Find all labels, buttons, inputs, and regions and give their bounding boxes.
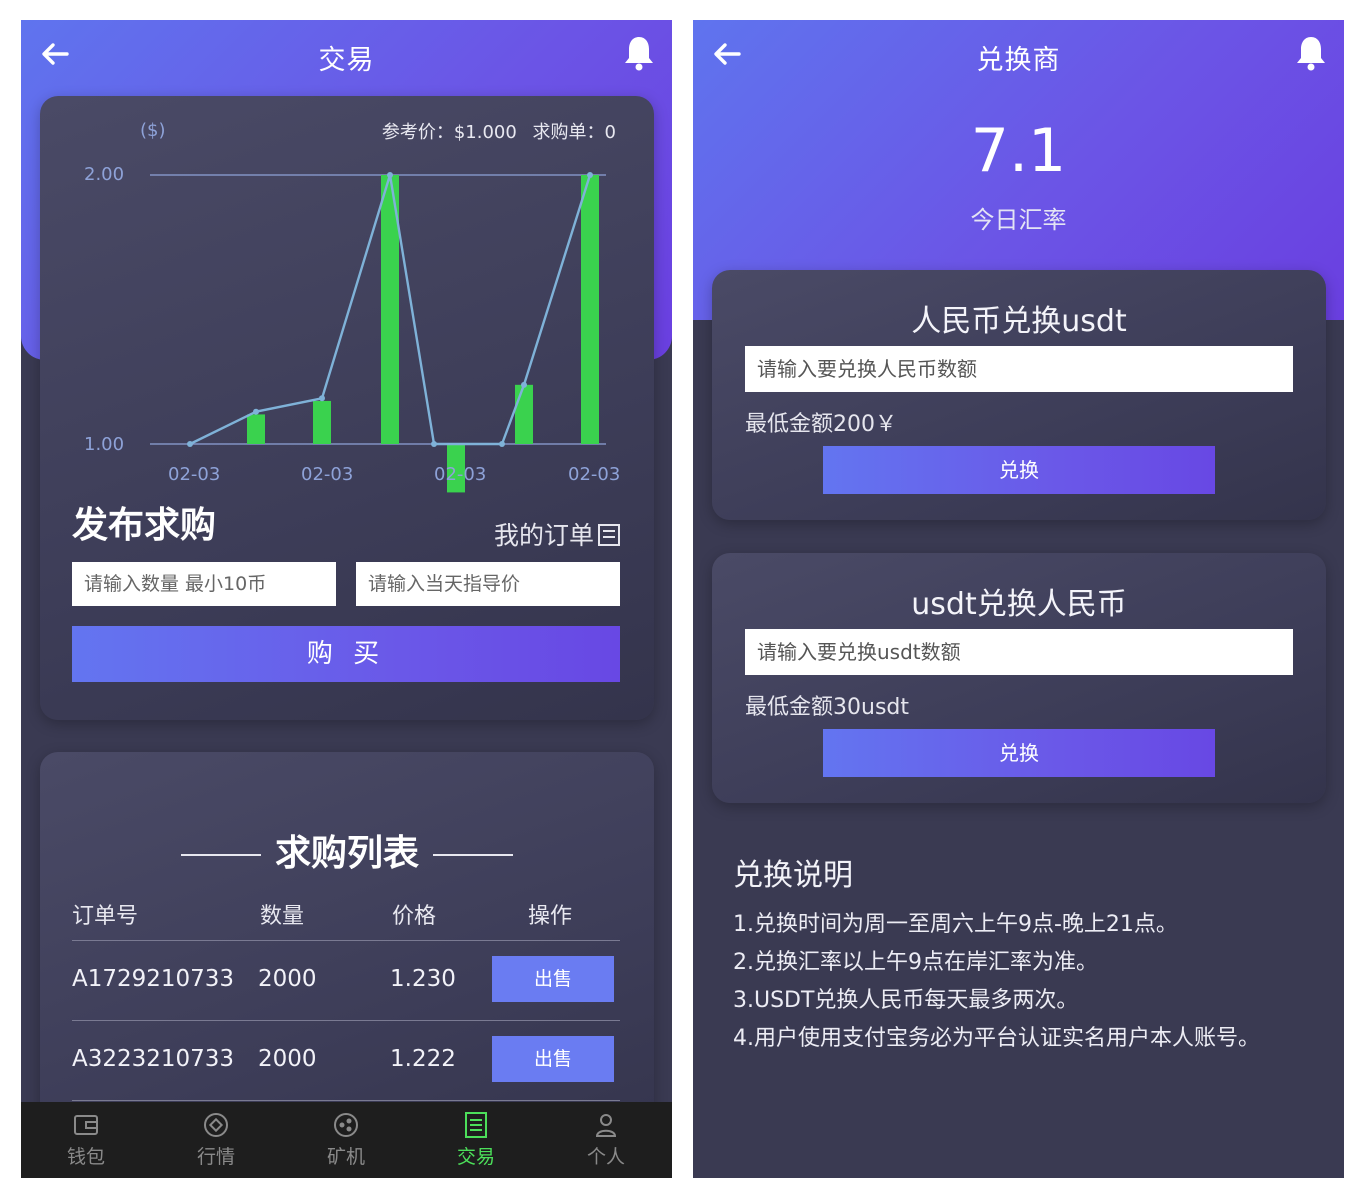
exchange-rate-label: 今日汇率 — [970, 206, 1067, 234]
title-divider-left — [180, 854, 261, 856]
top-bar: 兑换商 — [693, 20, 1344, 88]
table-row: A1729210733 2000 1.230 出售 — [72, 940, 620, 1020]
usdt-to-cny-title: usdt兑换人民币 — [911, 587, 1127, 622]
x-tick-label: 02-03 — [568, 464, 620, 485]
line-point — [587, 172, 593, 178]
order-price: 1.222 — [390, 1046, 456, 1072]
tab-profile[interactable]: 个人 — [561, 1110, 651, 1169]
bell-icon[interactable] — [1294, 34, 1328, 72]
cny-to-usdt-title: 人民币兑换usdt — [911, 304, 1127, 339]
usdt-exchange-button[interactable]: 兑换 — [823, 729, 1215, 777]
line-point — [253, 408, 259, 415]
top-bar: 交易 — [21, 20, 672, 88]
quantity-input[interactable] — [72, 562, 336, 606]
column-header: 数量 — [260, 904, 305, 929]
tab-label[interactable]: 个人 — [587, 1146, 625, 1168]
order-list-heading: 求购列表 — [40, 824, 654, 876]
tab-label[interactable]: 行情 — [197, 1146, 235, 1168]
order-number: A3223210733 — [72, 1046, 235, 1072]
x-tick-label: 02-03 — [434, 464, 486, 485]
cny-to-usdt-card: 人民币兑换usdt 最低金额200￥ 兑换 — [712, 270, 1326, 520]
publish-title: 发布求购 — [72, 505, 217, 546]
buy-button[interactable]: 购 买 — [72, 626, 620, 682]
order-price: 1.230 — [390, 966, 456, 992]
line-point — [499, 441, 505, 447]
usdt-to-cny-card: usdt兑换人民币 最低金额30usdt 兑换 — [712, 553, 1326, 803]
tab-label[interactable]: 钱包 — [67, 1146, 105, 1168]
exchange-notes: 1.兑换时间为周一至周六上午9点-晚上21点。 2.兑换汇率以上午9点在岸汇率为… — [733, 906, 1313, 1058]
title-divider-right — [433, 854, 513, 856]
x-tick-label: 02-03 — [168, 464, 220, 485]
wallet-icon[interactable] — [71, 1110, 101, 1140]
chart-bar — [247, 414, 265, 444]
chart-bar — [515, 384, 533, 444]
page-title: 兑换商 — [976, 45, 1061, 76]
tab-market[interactable]: 行情 — [171, 1110, 261, 1169]
column-header: 操作 — [528, 904, 573, 929]
note-item: 3.USDT兑换人民币每天最多两次。 — [733, 988, 1079, 1013]
y-tick-label: 1.00 — [84, 434, 124, 455]
tab-trade[interactable]: 交易 — [431, 1110, 521, 1169]
exchange-notes-title: 兑换说明 — [733, 858, 853, 893]
guide-price-input[interactable] — [356, 562, 620, 606]
column-header: 价格 — [392, 904, 437, 929]
line-point — [387, 172, 393, 178]
usdt-min-amount: 最低金额30usdt — [745, 695, 909, 720]
chart-bar — [313, 400, 331, 444]
line-point — [431, 441, 437, 447]
order-quantity: 2000 — [258, 1046, 317, 1072]
price-chart: 2.00 1.00 02-03 02-03 02-03 02-03 — [84, 164, 620, 493]
tab-wallet[interactable]: 钱包 — [41, 1110, 131, 1169]
page-title: 交易 — [318, 45, 375, 76]
chart-card: ($) 参考价：$1.000 求购单：0 2.00 1.00 02-03 02-… — [40, 96, 654, 720]
order-quantity: 2000 — [258, 966, 317, 992]
my-orders-link[interactable]: 我的订单 — [494, 516, 620, 552]
exchange-rate-value: 7.1 — [970, 116, 1067, 186]
line-point — [521, 381, 527, 388]
y-tick-label: 2.00 — [84, 164, 124, 185]
user-icon[interactable] — [591, 1110, 621, 1140]
order-number: A1729210733 — [72, 966, 235, 992]
order-list-title: 求购列表 — [274, 833, 419, 874]
row-divider — [72, 1100, 620, 1101]
exchange-screen: 兑换商 7.1 今日汇率 人民币兑换usdt 最低金额200￥ 兑换 usdt兑… — [693, 20, 1344, 1178]
note-item: 2.兑换汇率以上午9点在岸汇率为准。 — [733, 950, 1098, 975]
bar-series — [247, 175, 599, 493]
tab-label[interactable]: 交易 — [457, 1146, 495, 1168]
bell-icon[interactable] — [622, 34, 656, 72]
cny-exchange-button[interactable]: 兑换 — [823, 446, 1215, 494]
chart-bar — [581, 175, 599, 444]
note-item: 1.兑换时间为周一至周六上午9点-晚上21点。 — [733, 912, 1178, 937]
trade-screen: 交易 ($) 参考价：$1.000 求购单：0 2.00 1.00 02-03 … — [21, 20, 672, 1178]
line-point — [187, 441, 193, 447]
line-point — [319, 395, 325, 402]
table-row: A3223210733 2000 1.222 出售 — [72, 1020, 620, 1100]
note-item: 4.用户使用支付宝务必为平台认证实名用户本人账号。 — [733, 1026, 1260, 1051]
trade-icon[interactable] — [461, 1110, 491, 1140]
market-icon[interactable] — [201, 1110, 231, 1140]
my-orders-label[interactable]: 我的订单 — [494, 521, 594, 550]
usdt-amount-input[interactable] — [745, 629, 1293, 675]
tab-label[interactable]: 矿机 — [327, 1146, 365, 1168]
cny-min-amount: 最低金额200￥ — [745, 412, 897, 437]
sell-button[interactable]: 出售 — [492, 1036, 614, 1082]
list-icon[interactable] — [598, 524, 620, 546]
x-tick-label: 02-03 — [301, 464, 353, 485]
bottom-tab-bar: 钱包 行情 矿机 交易 个人 — [21, 1102, 672, 1178]
column-header: 订单号 — [72, 904, 139, 929]
sell-button[interactable]: 出售 — [492, 956, 614, 1002]
tab-miner[interactable]: 矿机 — [301, 1110, 391, 1169]
table-header: 订单号 数量 价格 操作 — [72, 898, 620, 938]
cny-amount-input[interactable] — [745, 346, 1293, 392]
miner-icon[interactable] — [331, 1110, 361, 1140]
